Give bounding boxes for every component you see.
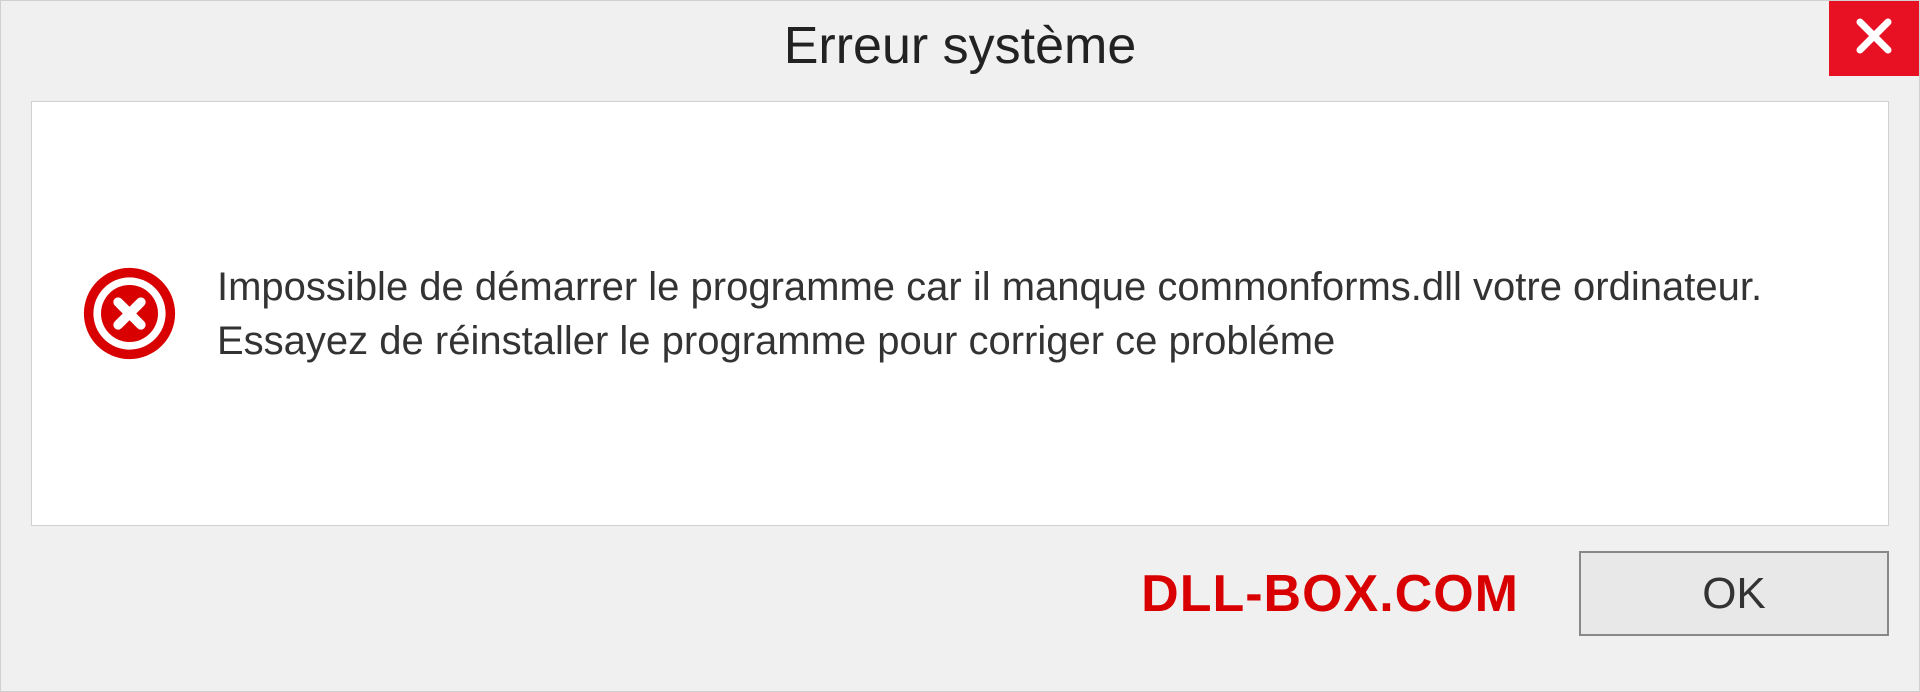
ok-button[interactable]: OK — [1579, 551, 1889, 636]
dialog-title: Erreur système — [784, 16, 1137, 76]
branding-text: DLL-BOX.COM — [1141, 564, 1519, 624]
footer: DLL-BOX.COM OK — [31, 551, 1889, 636]
close-icon — [1854, 16, 1894, 61]
error-icon — [82, 266, 177, 361]
close-button[interactable] — [1829, 1, 1919, 76]
error-message: Impossible de démarrer le programme car … — [217, 260, 1838, 368]
titlebar: Erreur système — [1, 1, 1919, 91]
content-panel: Impossible de démarrer le programme car … — [31, 101, 1889, 526]
